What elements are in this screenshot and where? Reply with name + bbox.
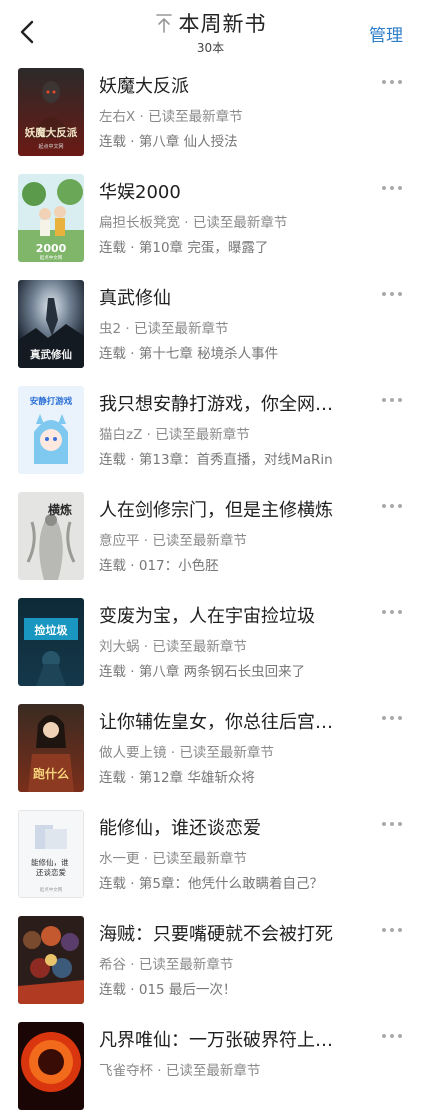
more-dots-icon bbox=[382, 928, 402, 932]
book-title: 人在剑修宗门，但是主修横炼 bbox=[99, 500, 333, 521]
book-cover[interactable]: 安静打游戏 bbox=[18, 386, 84, 474]
book-author-status: 左右X · 已读至最新章节 bbox=[99, 109, 243, 125]
cover-title: 捡垃圾 bbox=[35, 623, 69, 637]
sort-arrow-icon[interactable] bbox=[155, 12, 173, 34]
book-author-status: 飞雀夺杯 · 已读至最新章节 bbox=[99, 1063, 261, 1079]
more-options-button[interactable] bbox=[379, 284, 405, 304]
book-cover[interactable]: 妖魔大反派 起点中文网 bbox=[18, 68, 84, 156]
book-title: 华娱2000 bbox=[99, 182, 181, 203]
more-options-button[interactable] bbox=[379, 496, 405, 516]
more-dots-icon bbox=[382, 610, 402, 614]
book-item[interactable]: 能修仙，谁 还谈恋爱 起点中文网 能修仙，谁还谈恋爱 水一更 · 已读至最新章节… bbox=[0, 806, 421, 902]
book-cover[interactable]: 捡垃圾 bbox=[18, 598, 84, 686]
cover-title: 安静打游戏 bbox=[30, 396, 73, 407]
book-title: 真武修仙 bbox=[99, 288, 171, 309]
cover-publisher: 起点中文网 bbox=[40, 886, 63, 893]
book-item[interactable]: 跑什么 让你辅佐皇女，你总往后宫… 做人要上镜 · 已读至最新章节 连载 · 第… bbox=[0, 700, 421, 796]
manage-button[interactable]: 管理 bbox=[369, 21, 403, 46]
book-latest-chapter: 连载 · 第八章 两条钢石长虫回来了 bbox=[99, 664, 306, 680]
book-cover[interactable]: 真武修仙 bbox=[18, 280, 84, 368]
book-cover[interactable] bbox=[18, 1022, 84, 1110]
book-author-status: 做人要上镜 · 已读至最新章节 bbox=[99, 745, 274, 761]
book-cover[interactable]: 跑什么 bbox=[18, 704, 84, 792]
book-latest-chapter: 连载 · 第12章 华雄斩众将 bbox=[99, 770, 255, 786]
cover-title-line-2: 还谈恋爱 bbox=[36, 867, 66, 877]
cover-title-line-1: 能修仙，谁 bbox=[31, 857, 69, 867]
more-options-button[interactable] bbox=[379, 920, 405, 940]
book-cover[interactable]: 横炼 bbox=[18, 492, 84, 580]
book-author-status: 扁担长板凳宽 · 已读至最新章节 bbox=[99, 215, 288, 231]
cover-title: 横炼 bbox=[48, 502, 72, 517]
more-dots-icon bbox=[382, 504, 402, 508]
more-options-button[interactable] bbox=[379, 602, 405, 622]
more-dots-icon bbox=[382, 398, 402, 402]
book-author-status: 刘大蜗 · 已读至最新章节 bbox=[99, 639, 247, 655]
more-options-button[interactable] bbox=[379, 72, 405, 92]
book-item[interactable]: 捡垃圾 变废为宝，人在宇宙捡垃圾 刘大蜗 · 已读至最新章节 连载 · 第八章 … bbox=[0, 594, 421, 690]
more-dots-icon bbox=[382, 186, 402, 190]
more-dots-icon bbox=[382, 822, 402, 826]
more-options-button[interactable] bbox=[379, 708, 405, 728]
cover-publisher: 起点中文网 bbox=[38, 143, 63, 150]
more-options-button[interactable] bbox=[379, 178, 405, 198]
book-author-status: 虫2 · 已读至最新章节 bbox=[99, 321, 229, 337]
book-latest-chapter: 连载 · 第5章：他凭什么敢瞒着自己？ bbox=[99, 876, 323, 892]
more-dots-icon bbox=[382, 716, 402, 720]
book-title: 妖魔大反派 bbox=[99, 76, 189, 97]
book-item[interactable]: 妖魔大反派 起点中文网 妖魔大反派 左右X · 已读至最新章节 连载 · 第八章… bbox=[0, 64, 421, 160]
book-title: 海贼：只要嘴硬就不会被打死 bbox=[99, 924, 333, 945]
book-item[interactable]: 横炼 人在剑修宗门，但是主修横炼 意应平 · 已读至最新章节 连载 · 017：… bbox=[0, 488, 421, 584]
book-author-status: 希谷 · 已读至最新章节 bbox=[99, 957, 234, 973]
book-title: 我只想安静打游戏，你全网… bbox=[99, 394, 333, 415]
book-author-status: 猫白zZ · 已读至最新章节 bbox=[99, 427, 250, 443]
more-options-button[interactable] bbox=[379, 1026, 405, 1046]
book-item[interactable]: 凡界唯仙：一万张破界符上… 飞雀夺杯 · 已读至最新章节 bbox=[0, 1018, 421, 1114]
book-latest-chapter: 连载 · 第十七章 秘境杀人事件 bbox=[99, 346, 279, 362]
book-author-status: 意应平 · 已读至最新章节 bbox=[99, 533, 247, 549]
cover-title: 2000 bbox=[36, 242, 67, 255]
book-cover[interactable]: 2000 起点中文网 bbox=[18, 174, 84, 262]
book-cover[interactable] bbox=[18, 916, 84, 1004]
title-block: 本周新书 30本 bbox=[0, 8, 421, 56]
book-item[interactable]: 2000 起点中文网 华娱2000 扁担长板凳宽 · 已读至最新章节 连载 · … bbox=[0, 170, 421, 266]
cover-title: 跑什么 bbox=[33, 766, 69, 781]
book-latest-chapter: 连载 · 015 最后一次！ bbox=[99, 982, 237, 998]
book-latest-chapter: 连载 · 第八章 仙人授法 bbox=[99, 134, 238, 150]
book-title: 让你辅佐皇女，你总往后宫… bbox=[99, 712, 333, 733]
book-latest-chapter: 连载 · 第13章：首秀直播，对线MaRin bbox=[99, 452, 333, 468]
book-item[interactable]: 真武修仙 真武修仙 虫2 · 已读至最新章节 连载 · 第十七章 秘境杀人事件 bbox=[0, 276, 421, 372]
book-title: 变废为宝，人在宇宙捡垃圾 bbox=[99, 606, 315, 627]
page-title: 本周新书 bbox=[178, 12, 267, 36]
book-item[interactable]: 安静打游戏 我只想安静打游戏，你全网… 猫白zZ · 已读至最新章节 连载 · … bbox=[0, 382, 421, 478]
book-latest-chapter: 连载 · 第10章 完蛋，曝露了 bbox=[99, 240, 269, 256]
book-item[interactable]: 海贼：只要嘴硬就不会被打死 希谷 · 已读至最新章节 连载 · 015 最后一次… bbox=[0, 912, 421, 1008]
cover-publisher: 起点中文网 bbox=[40, 254, 63, 261]
cover-title: 真武修仙 bbox=[30, 348, 72, 361]
cover-title: 妖魔大反派 bbox=[25, 126, 78, 139]
book-author-status: 水一更 · 已读至最新章节 bbox=[99, 851, 247, 867]
more-dots-icon bbox=[382, 80, 402, 84]
more-options-button[interactable] bbox=[379, 390, 405, 410]
book-latest-chapter: 连载 · 017：小色胚 bbox=[99, 558, 219, 574]
top-bar: 本周新书 30本 管理 bbox=[0, 0, 421, 60]
more-dots-icon bbox=[382, 292, 402, 296]
book-count: 30本 bbox=[196, 41, 225, 55]
more-dots-icon bbox=[382, 1034, 402, 1038]
more-options-button[interactable] bbox=[379, 814, 405, 834]
book-title: 凡界唯仙：一万张破界符上… bbox=[99, 1030, 333, 1051]
book-title: 能修仙，谁还谈恋爱 bbox=[99, 818, 261, 839]
book-cover[interactable]: 能修仙，谁 还谈恋爱 起点中文网 bbox=[18, 810, 84, 898]
